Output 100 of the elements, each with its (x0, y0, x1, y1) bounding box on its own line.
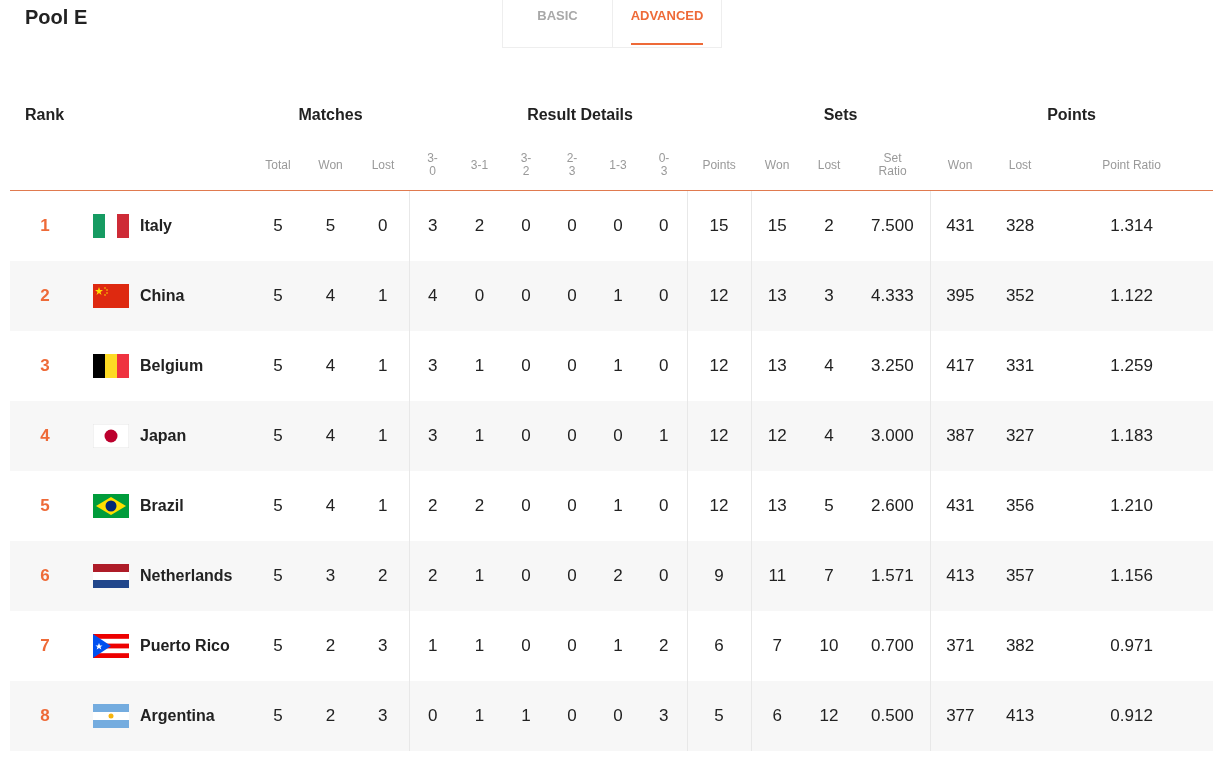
table-cell: 12 (709, 356, 729, 375)
flag-icon (93, 494, 129, 518)
table-cell: 3 (325, 566, 336, 585)
rank-number: 6 (40, 566, 50, 585)
flag-icon (93, 284, 129, 308)
table-cell: 2 (428, 496, 438, 515)
table-cell: 2 (659, 636, 669, 655)
table-cell: 2 (428, 566, 438, 585)
table-cell: 377 (946, 706, 975, 725)
table-cell: 1.183 (1110, 426, 1153, 445)
table-cell: 0 (567, 286, 577, 305)
table-cell: 5 (273, 496, 283, 515)
table-cell: 0 (659, 216, 669, 235)
table-cell: 12 (709, 496, 729, 515)
table-cell: 0 (567, 566, 577, 585)
table-cell: 3.250 (871, 356, 914, 375)
table-cell: 0 (521, 496, 531, 515)
column-header: Set Ratio (878, 151, 907, 178)
table-cell: 13 (767, 286, 787, 305)
table-cell: 0 (521, 286, 531, 305)
column-header: Lost (371, 157, 395, 172)
table-cell: 2.600 (871, 496, 914, 515)
table-cell: 5 (824, 496, 834, 515)
table-cell: 5 (273, 216, 283, 235)
table-cell: 1 (474, 706, 485, 725)
table-cell: 331 (1005, 356, 1035, 375)
rank-number: 3 (40, 356, 50, 375)
table-cell: 1 (613, 356, 623, 375)
flag-icon (93, 214, 129, 238)
column-header: 0- 3 (658, 151, 670, 178)
column-group-header: Rank (25, 106, 65, 123)
table-cell: 1 (659, 426, 669, 445)
table-cell: 13 (767, 356, 787, 375)
table-cell: 5 (714, 706, 724, 725)
table-cell: 0 (613, 426, 623, 445)
flag-icon (93, 704, 129, 728)
table-cell: 0 (521, 636, 531, 655)
table-cell: 1 (613, 496, 623, 515)
table-cell: 0 (428, 706, 438, 725)
table-cell: 431 (946, 216, 975, 235)
table-cell: 7 (824, 566, 834, 585)
rank-number: 8 (40, 706, 50, 725)
column-header: 3-1 (470, 157, 489, 172)
team-name: Netherlands (140, 567, 233, 584)
table-cell: 0 (659, 496, 669, 515)
column-header: Lost (1008, 157, 1032, 172)
table-cell: 5 (273, 286, 283, 305)
table-cell: 1.259 (1110, 356, 1153, 375)
table-cell: 4 (325, 356, 336, 375)
table-cell: 1 (474, 636, 485, 655)
table-cell: 0.500 (871, 706, 914, 725)
table-cell: 1 (378, 426, 388, 445)
table-cell: 9 (714, 566, 724, 585)
table-cell: 0 (474, 286, 485, 305)
rank-number: 2 (40, 286, 50, 305)
table-cell: 0.912 (1110, 706, 1153, 725)
flag-icon (93, 424, 129, 448)
table-cell: 1 (378, 356, 388, 375)
table-cell: 1 (613, 286, 623, 305)
team-name: Brazil (140, 497, 184, 514)
table-cell: 1.314 (1110, 216, 1153, 235)
table-cell: 0 (567, 496, 577, 515)
table-cell: 327 (1005, 426, 1035, 445)
table-cell: 6 (714, 636, 724, 655)
column-group-header: Result Details (527, 106, 633, 123)
rank-number: 5 (40, 496, 50, 515)
team-name: Italy (140, 217, 172, 234)
table-cell: 3 (428, 356, 438, 375)
table-cell: 13 (767, 496, 787, 515)
table-cell: 4 (824, 426, 834, 445)
table-cell: 2 (824, 216, 834, 235)
team-name: Argentina (140, 707, 215, 724)
column-header: Total (265, 157, 291, 172)
flag-icon (93, 354, 129, 378)
table-cell: 413 (946, 566, 975, 585)
table-cell: 3 (824, 286, 834, 305)
pool-title: Pool E (25, 6, 89, 29)
table-cell: 1 (474, 566, 485, 585)
table-cell: 0 (613, 706, 623, 725)
table-cell: 4.333 (871, 286, 914, 305)
table-cell: 2 (474, 496, 485, 515)
table-cell: 382 (1005, 636, 1035, 655)
table-cell: 2 (378, 566, 388, 585)
table-cell: 3 (659, 706, 669, 725)
table-cell: 0 (521, 566, 531, 585)
table-cell: 10 (819, 636, 839, 655)
table-cell: 4 (428, 286, 438, 305)
table-cell: 0.700 (871, 636, 914, 655)
table-cell: 5 (273, 706, 283, 725)
column-header: Point Ratio (1102, 157, 1161, 172)
rank-number: 1 (40, 216, 50, 235)
table-cell: 1 (474, 356, 485, 375)
table-cell: 5 (325, 216, 336, 235)
team-name: Puerto Rico (140, 637, 230, 654)
table-cell: 2 (325, 706, 336, 725)
column-group-header: Points (1047, 106, 1096, 123)
table-cell: 417 (946, 356, 975, 375)
table-cell: 4 (824, 356, 834, 375)
table-cell: 3 (378, 706, 388, 725)
column-header: Won (947, 157, 973, 172)
